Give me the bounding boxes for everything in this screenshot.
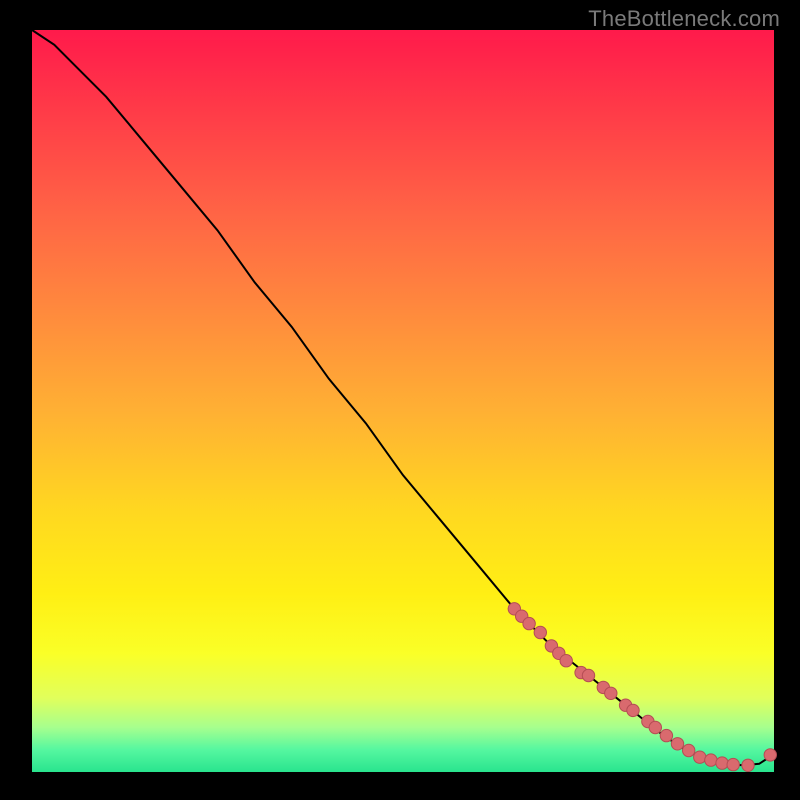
highlight-marker [582, 669, 594, 681]
bottleneck-curve-path [32, 30, 774, 765]
highlight-marker [764, 749, 776, 761]
watermark-text: TheBottleneck.com [588, 6, 780, 32]
chart-stage: TheBottleneck.com [0, 0, 800, 800]
highlight-marker [649, 721, 661, 733]
highlight-marker [727, 758, 739, 770]
highlight-marker [627, 704, 639, 716]
highlight-marker [560, 655, 572, 667]
highlight-marker [660, 729, 672, 741]
highlight-marker [742, 759, 754, 771]
highlight-marker [716, 757, 728, 769]
highlight-marker [683, 744, 695, 756]
highlight-markers [508, 603, 776, 772]
chart-svg [32, 30, 774, 772]
plot-area [32, 30, 774, 772]
highlight-marker [671, 738, 683, 750]
highlight-marker [523, 617, 535, 629]
highlight-marker [605, 687, 617, 699]
highlight-marker [534, 626, 546, 638]
highlight-marker [705, 754, 717, 766]
highlight-marker [694, 751, 706, 763]
